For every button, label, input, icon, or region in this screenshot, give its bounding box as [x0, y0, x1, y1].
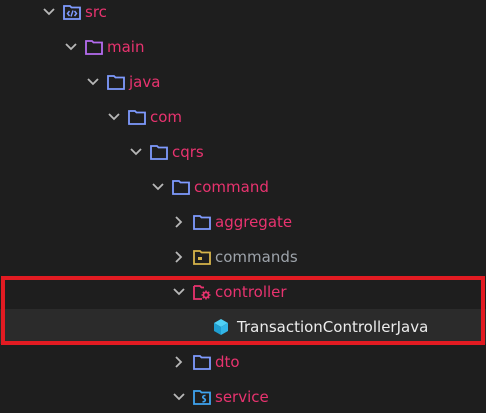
tree-item-label: dto — [215, 352, 240, 371]
tree-item-label: src — [85, 2, 107, 21]
folder-icon — [107, 74, 125, 90]
tree-item-src[interactable]: src — [0, 0, 486, 29]
chevron-down-icon[interactable] — [172, 285, 186, 299]
tree-item-label: aggregate — [215, 212, 293, 231]
folder-icon — [128, 109, 146, 125]
tree-item-label: service — [215, 387, 269, 406]
chevron-down-icon[interactable] — [86, 75, 100, 89]
package-folder-icon — [193, 249, 211, 265]
source-folder-icon — [63, 4, 81, 20]
tree-item-label: command — [194, 177, 269, 196]
chevron-down-icon[interactable] — [129, 145, 143, 159]
tree-item-label: main — [107, 37, 145, 56]
tree-item-service[interactable]: service — [0, 379, 486, 413]
chevron-down-icon[interactable] — [151, 180, 165, 194]
tree-item-command[interactable]: command — [0, 169, 486, 204]
tree-item-label: commands — [215, 247, 298, 266]
tree-item-com[interactable]: com — [0, 99, 486, 134]
chevron-down-icon[interactable] — [64, 40, 78, 54]
java-class-icon — [212, 318, 230, 335]
tree-item-dto[interactable]: dto — [0, 344, 486, 379]
tree-item-java[interactable]: java — [0, 64, 486, 99]
chevron-down-icon[interactable] — [42, 5, 56, 19]
tree-item-label: java — [129, 72, 161, 91]
chevron-down-icon[interactable] — [107, 110, 121, 124]
tree-item-label: controller — [215, 282, 287, 301]
tree-item-commands[interactable]: commands — [0, 239, 486, 274]
folder-icon — [172, 179, 190, 195]
tree-item-cqrs[interactable]: cqrs — [0, 134, 486, 169]
controller-folder-icon — [193, 284, 211, 300]
chevron-down-icon[interactable] — [172, 390, 186, 404]
folder-icon — [193, 354, 211, 370]
file-explorer-tree: src main java com cqrs command aggregate… — [0, 0, 486, 413]
tree-item-label: cqrs — [172, 142, 204, 161]
folder-icon — [85, 39, 103, 55]
chevron-right-icon[interactable] — [172, 355, 186, 369]
tree-item-transaction-controller[interactable]: TransactionControllerJava — [0, 309, 486, 344]
tree-item-aggregate[interactable]: aggregate — [0, 204, 486, 239]
tree-item-controller[interactable]: controller — [0, 274, 486, 309]
folder-icon — [150, 144, 168, 160]
tree-item-label: TransactionControllerJava — [237, 317, 429, 336]
chevron-right-icon[interactable] — [172, 250, 186, 264]
tree-item-main[interactable]: main — [0, 29, 486, 64]
chevron-right-icon[interactable] — [172, 215, 186, 229]
service-folder-icon — [193, 389, 211, 405]
tree-item-label: com — [150, 107, 183, 126]
folder-icon — [193, 214, 211, 230]
